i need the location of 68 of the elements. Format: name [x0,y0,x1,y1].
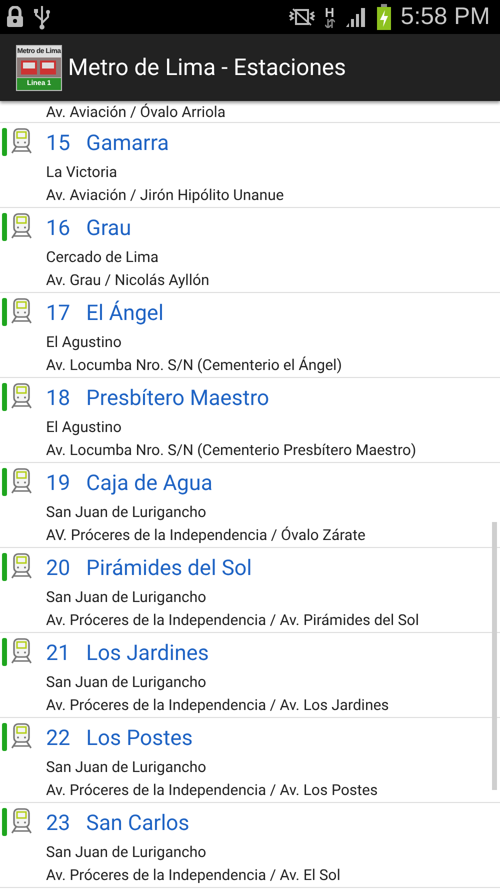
station-number: 22 [46,726,70,752]
train-icon [11,553,32,579]
station-name: Presbítero Maestro [86,386,270,412]
station-address: Av. Próceres de la Independencia / Av. Los Jardines [46,695,390,716]
line-indicator [2,808,7,836]
station-address: Av. Grau / Nicolás Ayllón [46,270,210,291]
vibrate-mute-icon [288,7,315,27]
station-number: 17 [46,301,70,327]
station-name: Grau [86,216,132,242]
station-address: Av. Locumba Nro. S/N (Cementerio el Ángel) [46,355,343,376]
signal-icon [344,6,367,28]
station-name: Pirámides del Sol [86,556,252,582]
line-indicator [2,468,7,496]
usb-icon [34,4,50,30]
line-indicator [2,213,7,241]
station-number: 16 [46,216,70,242]
station-address: Av. Locumba Nro. S/N (Cementerio Presbítero Maestro) [46,440,418,461]
station-item[interactable]: 18 Presbítero Maestro El Agustino Av. Locumba Nro. S/N (Cementerio Presbítero Maestro) [0,378,500,463]
station-name: El Ángel [86,301,164,327]
scrollbar[interactable] [492,522,497,790]
lock-icon [6,6,24,28]
station-district: El Agustino [46,332,123,353]
station-name: San Carlos [86,811,190,837]
station-name: Los Jardines [86,641,209,667]
network-type: H [324,6,335,28]
line-indicator [2,723,7,751]
station-address: Av. Próceres de la Independencia / Av. Los Postes [46,780,379,801]
train-icon [11,808,32,834]
station-district: San Juan de Lurigancho [46,502,208,523]
line-indicator [2,383,7,411]
line-indicator [2,298,7,326]
station-item[interactable]: 17 El Ángel El Agustino Av. Locumba Nro. S/N (Cementerio el Ángel) [0,293,500,378]
train-icon [11,298,32,324]
station-address: AV. Próceres de la Independencia / Óvalo Zárate [46,525,366,546]
station-address: Av. Próceres de la Independencia / Av. Pirámides del Sol [46,610,420,631]
station-address: Av. Aviación / Jirón Hipólito Unanue [46,185,285,206]
station-name: Caja de Agua [86,471,213,497]
station-number: 19 [46,471,70,497]
station-item[interactable]: 23 San Carlos San Juan de Lurigancho Av. Próceres de la Independencia / Av. El Sol [0,803,500,888]
station-number: 15 [46,131,70,157]
station-number: 21 [46,641,70,667]
station-district: El Agustino [46,417,123,438]
train-icon [11,468,32,494]
station-number: 20 [46,556,70,582]
station-name: Gamarra [86,131,169,157]
station-district: San Juan de Lurigancho [46,587,208,608]
clock-time: 5:58 PM [400,3,490,31]
station-address: Av. Aviación / Óvalo Arriola [46,103,226,122]
train-icon [11,638,32,664]
train-icon [11,128,32,154]
station-district: San Juan de Lurigancho [46,757,208,778]
station-item[interactable]: 15 Gamarra La Victoria Av. Aviación / Jirón Hipólito Unanue [0,123,500,208]
train-icon [11,213,32,239]
station-item[interactable]: 16 Grau Cercado de Lima Av. Grau / Nicolás Ayllón [0,208,500,293]
train-icon [11,723,32,749]
station-district: San Juan de Lurigancho [46,672,208,693]
line-indicator [2,553,7,581]
app-title: Metro de Lima - Estaciones [68,54,346,81]
train-icon [11,383,32,409]
station-district: Cercado de Lima [46,247,160,268]
line-indicator [2,638,7,666]
station-name: Los Postes [86,726,193,752]
line-indicator [2,128,7,156]
station-address: Av. Próceres de la Independencia / Av. El Sol [46,865,342,886]
station-number: 23 [46,811,70,837]
station-district: San Juan de Lurigancho [46,842,208,863]
station-number: 18 [46,386,70,412]
station-district: La Victoria [46,162,118,183]
